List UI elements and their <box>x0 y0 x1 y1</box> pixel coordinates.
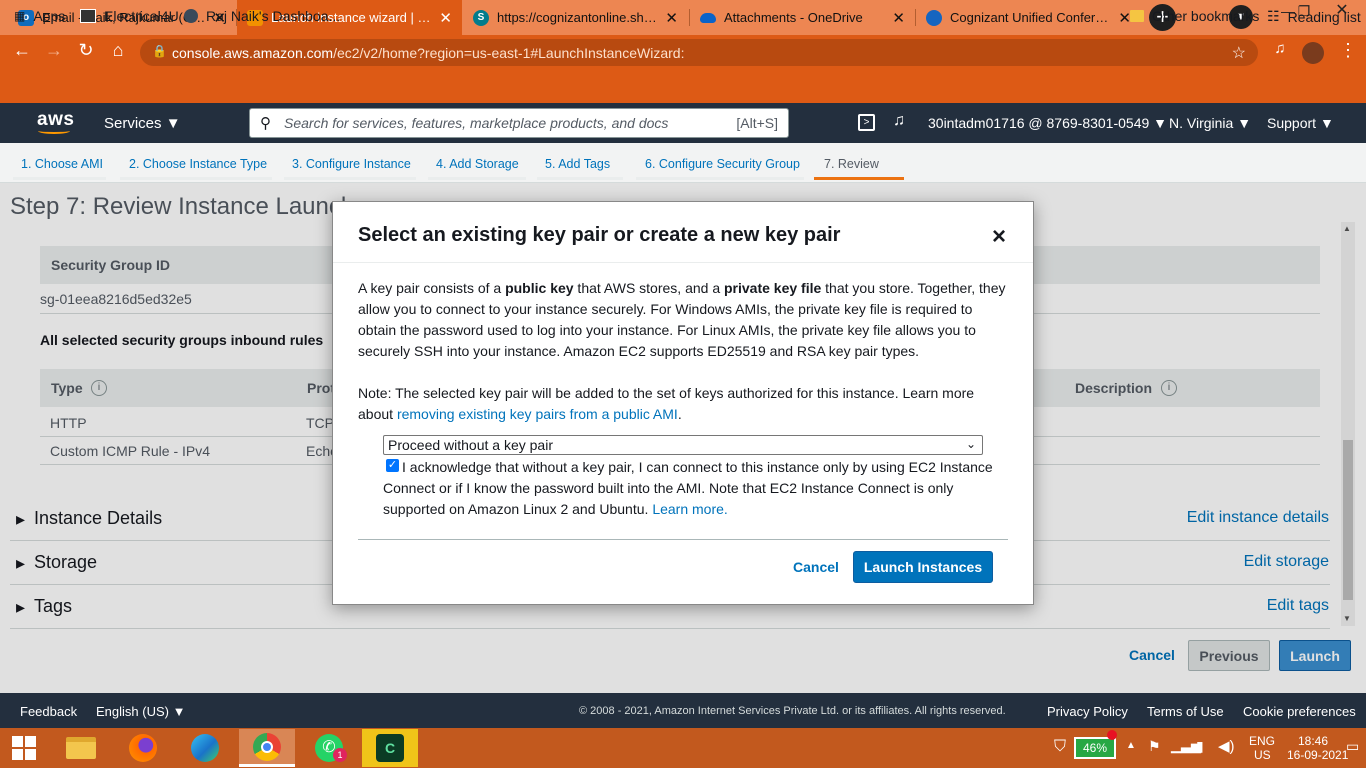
search-icon: ⚲ <box>260 115 271 132</box>
other-bookmarks[interactable]: Other bookmarks <box>1130 8 1259 24</box>
step-review: 7. Review <box>824 157 879 171</box>
language-selector[interactable]: English (US) ▼ <box>96 704 185 719</box>
active-step-indicator <box>814 177 904 180</box>
bookmark-electrical4u[interactable]: Electrical4U <box>80 8 179 24</box>
step-choose-instance-type[interactable]: 2. Choose Instance Type <box>129 157 267 171</box>
address-bar[interactable]: 🔒 console.aws.amazon.com/ec2/v2/home?reg… <box>140 39 1258 66</box>
region-menu[interactable]: N. Virginia ▼ <box>1169 115 1251 131</box>
step-configure-security-group[interactable]: 6. Configure Security Group <box>645 157 800 171</box>
close-tab-icon[interactable]: ✕ <box>665 9 678 27</box>
forward-icon[interactable]: → <box>42 40 66 61</box>
reading-list-icon: ☷ <box>1267 8 1280 24</box>
step-choose-ami[interactable]: 1. Choose AMI <box>21 157 103 171</box>
step-add-tags[interactable]: 5. Add Tags <box>545 157 610 171</box>
aws-search-input[interactable]: ⚲ Search for services, features, marketp… <box>249 108 789 138</box>
home-icon[interactable]: ⌂ <box>106 40 130 61</box>
acknowledge-checkbox[interactable]: ✓ <box>386 459 399 472</box>
site-favicon-icon <box>80 9 96 23</box>
action-center-icon[interactable]: ▭ <box>1346 738 1359 755</box>
input-language[interactable]: ENG US <box>1249 734 1275 762</box>
chevron-down-icon: ⌄ <box>965 437 976 451</box>
caret-down-icon: ▼ <box>1237 115 1252 131</box>
notification-dot-icon <box>1107 730 1117 740</box>
apps-grid-icon: ▦ <box>14 9 26 23</box>
caret-down-icon: ▼ <box>165 115 181 132</box>
reload-icon[interactable]: ↻ <box>74 40 98 61</box>
unread-badge: 1 <box>333 748 347 762</box>
close-tab-icon[interactable]: ✕ <box>892 9 905 27</box>
url-path: /ec2/v2/home?region=us-east-1#LaunchInst… <box>333 44 685 61</box>
windows-start-icon[interactable] <box>0 729 48 767</box>
caret-down-icon: ▼ <box>172 704 186 719</box>
step-configure-instance[interactable]: 3. Configure Instance <box>292 157 411 171</box>
browser-tab-webex[interactable]: Cognizant Unified Conferencin ✕ <box>916 0 1141 35</box>
support-menu[interactable]: Support ▼ <box>1267 115 1334 131</box>
flag-icon[interactable]: ⚑ <box>1148 738 1161 755</box>
launch-instances-button[interactable]: Launch Instances <box>853 551 993 583</box>
back-icon[interactable]: ← <box>10 40 34 61</box>
acknowledge-text: I acknowledge that without a key pair, I… <box>383 459 993 517</box>
feedback-link[interactable]: Feedback <box>20 704 77 719</box>
caret-down-icon: ▼ <box>1319 115 1334 131</box>
remove-key-pairs-link[interactable]: removing existing key pairs from a publi… <box>397 406 678 422</box>
notifications-bell-icon[interactable]: ♫ <box>893 112 905 130</box>
tab-title: https://cognizantonline.sharep <box>497 10 660 25</box>
services-menu[interactable]: Services ▼ <box>104 115 181 132</box>
folder-icon <box>1130 10 1144 22</box>
browser-tab-onedrive[interactable]: Attachments - OneDrive ✕ <box>690 0 915 35</box>
bookmark-apps[interactable]: ▦ Apps <box>14 8 65 24</box>
tab-title: Attachments - OneDrive <box>724 10 863 25</box>
copyright-text: © 2008 - 2021, Amazon Internet Services … <box>579 705 1006 717</box>
account-menu[interactable]: 30intadm01716 @ 8769-8301-0549 ▼ <box>928 115 1167 131</box>
browser-tab-sharepoint[interactable]: S https://cognizantonline.sharep ✕ <box>463 0 688 35</box>
chrome-menu-icon[interactable]: ⋮ <box>1336 40 1360 61</box>
cloudshell-icon[interactable]: > <box>858 114 875 131</box>
site-favicon-icon <box>184 9 198 23</box>
firefox-icon[interactable] <box>119 729 167 767</box>
reading-list[interactable]: ☷ Reading list <box>1267 8 1361 25</box>
clock[interactable]: 18:46 16-09-2021 <box>1287 734 1348 762</box>
close-tab-icon[interactable]: ✕ <box>439 9 452 27</box>
caret-down-icon: ▼ <box>1153 115 1168 131</box>
dialog-title: Select an existing key pair or create a … <box>358 224 841 246</box>
search-shortcut-hint: [Alt+S] <box>736 115 778 131</box>
show-hidden-icons-icon[interactable]: ▲ <box>1126 740 1136 751</box>
profile-avatar[interactable] <box>1302 42 1324 64</box>
power-icon[interactable]: ▮ <box>1196 738 1204 755</box>
onedrive-icon <box>700 12 716 23</box>
learn-more-link[interactable]: Learn more. <box>652 501 727 517</box>
file-explorer-icon[interactable] <box>57 729 105 767</box>
url-host: console.aws.amazon.com <box>172 44 334 61</box>
media-control-icon[interactable]: ♫ <box>1268 40 1292 57</box>
webex-icon <box>926 9 942 26</box>
bookmark-star-icon[interactable]: ☆ <box>1232 43 1246 63</box>
dialog-description: A key pair consists of a public key that… <box>358 280 1006 359</box>
volume-icon[interactable]: ◀) <box>1218 737 1235 755</box>
privacy-policy-link[interactable]: Privacy Policy <box>1047 704 1128 719</box>
chrome-icon[interactable] <box>239 729 295 767</box>
whatsapp-icon[interactable]: ✆ 1 <box>305 729 353 767</box>
battery-indicator[interactable]: 46% <box>1074 737 1116 759</box>
close-icon[interactable]: × <box>988 223 1010 251</box>
dialog-note: Note: The selected key pair will be adde… <box>358 385 975 422</box>
step-add-storage[interactable]: 4. Add Storage <box>436 157 519 171</box>
key-pair-option-select[interactable]: Proceed without a key pair ⌄ <box>383 435 983 455</box>
dialog-cancel-button[interactable]: Cancel <box>793 559 839 575</box>
lock-icon: 🔒 <box>152 44 167 58</box>
edge-icon[interactable] <box>181 729 229 767</box>
aws-smile-icon <box>38 128 70 134</box>
tab-title: Cognizant Unified Conferencin <box>950 10 1113 25</box>
bookmark-dashboard[interactable]: Raj Naik's Dashboa... <box>184 8 340 24</box>
terms-of-use-link[interactable]: Terms of Use <box>1147 704 1224 719</box>
bookmarks-bar <box>0 70 1366 103</box>
sharepoint-icon: S <box>473 9 489 26</box>
webex-app-icon[interactable]: C <box>362 729 418 767</box>
security-shield-icon[interactable]: ⛉ <box>1054 738 1066 756</box>
cookie-preferences-link[interactable]: Cookie preferences <box>1243 704 1356 719</box>
